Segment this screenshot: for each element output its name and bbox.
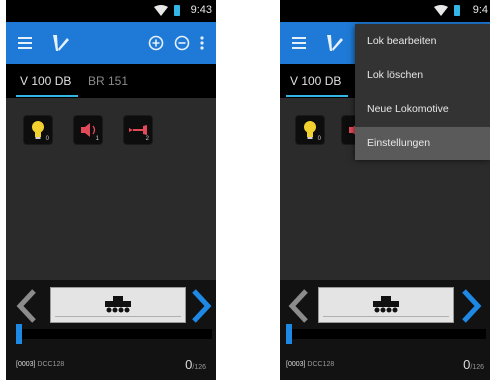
battery-icon bbox=[174, 5, 180, 16]
chevron-right-icon[interactable] bbox=[460, 288, 484, 324]
phone-screen-main: 9:43 V 100 DB BR 151 0 1 2 [0003] DCC128… bbox=[6, 0, 216, 380]
overflow-menu: Lok bearbeiten Lok löschen Neue Lokomoti… bbox=[355, 24, 490, 160]
menu-item-delete-loco[interactable]: Lok löschen bbox=[355, 59, 490, 92]
locomotive-icon bbox=[105, 296, 131, 313]
overflow-menu-icon[interactable] bbox=[196, 33, 208, 53]
app-logo-icon bbox=[327, 35, 343, 51]
status-bar: 9:43 bbox=[6, 0, 216, 22]
speed-slider-track[interactable] bbox=[16, 329, 212, 339]
speed-slider-thumb[interactable] bbox=[16, 324, 22, 344]
action-bar bbox=[6, 22, 216, 64]
tab-v100db[interactable]: V 100 DB bbox=[290, 74, 341, 88]
function-button-light[interactable]: 0 bbox=[296, 116, 324, 144]
direction-toggle[interactable] bbox=[50, 287, 186, 323]
remove-circle-icon[interactable] bbox=[172, 33, 192, 53]
clock: 9:43 bbox=[190, 4, 212, 16]
speed-slider-track[interactable] bbox=[286, 329, 486, 339]
active-tab-indicator bbox=[286, 95, 348, 97]
app-logo-icon bbox=[53, 35, 69, 51]
menu-item-settings[interactable]: Einstellungen bbox=[355, 127, 490, 160]
function-button-sound[interactable]: 1 bbox=[74, 116, 102, 144]
locomotive-icon bbox=[373, 296, 399, 313]
function-button-light[interactable]: 0 bbox=[24, 116, 52, 144]
tab-v100db[interactable]: V 100 DB bbox=[20, 74, 71, 88]
wifi-icon bbox=[434, 5, 448, 16]
chevron-left-icon[interactable] bbox=[14, 288, 38, 324]
status-bar: 9:4 bbox=[280, 0, 490, 22]
address-label: [0003] DCC128 bbox=[286, 361, 335, 368]
phone-screen-menu-open: 9:4 V 100 DB 0 [0003] DCC128 0/126 Lok b… bbox=[280, 0, 490, 380]
clock: 9:4 bbox=[472, 4, 488, 16]
tab-br151[interactable]: BR 151 bbox=[88, 74, 128, 88]
speed-slider-thumb[interactable] bbox=[286, 324, 292, 344]
address-label: [0003] DCC128 bbox=[16, 361, 65, 368]
menu-item-new-loco[interactable]: Neue Lokomotive bbox=[355, 93, 490, 126]
locomotive-tabs: V 100 DB BR 151 bbox=[6, 64, 216, 98]
menu-item-edit-loco[interactable]: Lok bearbeiten bbox=[355, 25, 490, 58]
menu-icon[interactable] bbox=[292, 37, 306, 49]
speed-readout: 0/126 bbox=[185, 357, 206, 372]
chevron-left-icon[interactable] bbox=[286, 288, 310, 324]
add-circle-icon[interactable] bbox=[146, 33, 166, 53]
battery-icon bbox=[454, 5, 460, 16]
function-button-horn[interactable]: 2 bbox=[124, 116, 152, 144]
menu-icon[interactable] bbox=[18, 37, 32, 49]
direction-toggle[interactable] bbox=[318, 287, 454, 323]
speed-readout: 0/126 bbox=[463, 357, 484, 372]
wifi-icon bbox=[154, 5, 168, 16]
chevron-right-icon[interactable] bbox=[190, 288, 214, 324]
active-tab-indicator bbox=[16, 95, 78, 97]
